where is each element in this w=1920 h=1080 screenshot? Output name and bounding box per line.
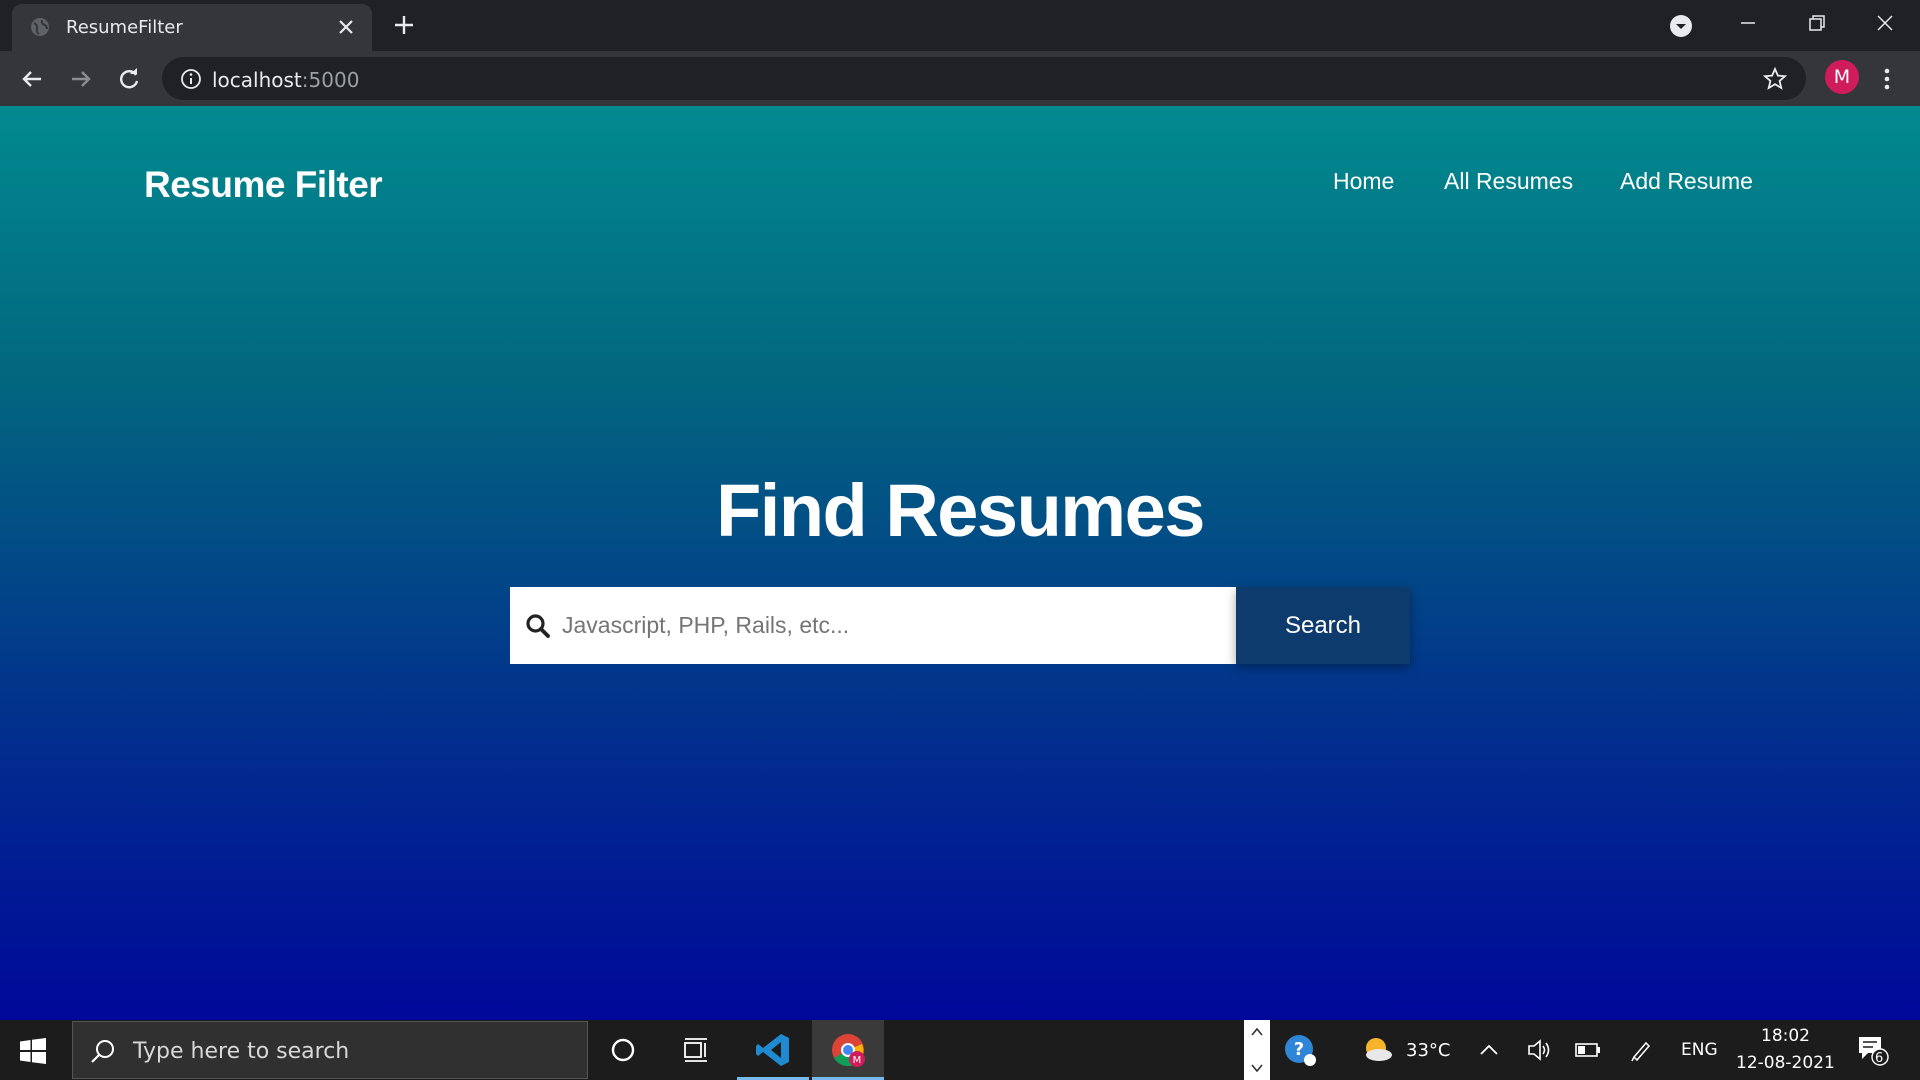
- cortana-icon[interactable]: [608, 1035, 638, 1065]
- search-button[interactable]: Search: [1236, 587, 1410, 664]
- hero-title: Find Resumes: [716, 469, 1205, 552]
- tray-scroll[interactable]: [1244, 1020, 1270, 1080]
- close-window-icon[interactable]: [1870, 10, 1900, 36]
- address-bar[interactable]: localhost:5000: [162, 57, 1806, 100]
- weather-temperature[interactable]: 33°C: [1406, 1040, 1450, 1061]
- clock-time[interactable]: 18:02: [1761, 1026, 1810, 1046]
- taskbar-search[interactable]: Type here to search: [72, 1021, 588, 1079]
- clock-date[interactable]: 12-08-2021: [1736, 1053, 1835, 1073]
- help-icon[interactable]: ?: [1283, 1033, 1317, 1067]
- notification-icon[interactable]: [1856, 1033, 1890, 1067]
- forward-icon[interactable]: [66, 64, 96, 94]
- search-box: [510, 587, 1236, 664]
- search-icon: [526, 614, 550, 638]
- vscode-icon: [756, 1034, 789, 1066]
- chevron-down-icon[interactable]: [1250, 1062, 1264, 1074]
- restore-icon[interactable]: [1801, 10, 1831, 36]
- globe-icon: [31, 18, 49, 36]
- language-indicator[interactable]: ENG: [1681, 1040, 1718, 1060]
- pen-icon[interactable]: [1628, 1037, 1654, 1063]
- browser-tab[interactable]: ResumeFilter: [12, 4, 372, 51]
- browser-toolbar: localhost:5000 M: [0, 51, 1920, 106]
- battery-icon[interactable]: [1574, 1037, 1602, 1063]
- search-icon: [91, 1040, 114, 1063]
- browser-tab-strip: ResumeFilter: [0, 0, 1920, 51]
- notification-count: 6: [1875, 1051, 1884, 1066]
- task-view-icon[interactable]: [681, 1035, 711, 1065]
- tab-title: ResumeFilter: [66, 17, 183, 38]
- weather-icon[interactable]: [1361, 1033, 1395, 1067]
- new-tab-icon[interactable]: [392, 13, 416, 37]
- taskbar-chrome[interactable]: M: [812, 1020, 884, 1080]
- minimize-icon[interactable]: [1733, 10, 1763, 36]
- windows-start-icon[interactable]: [20, 1038, 46, 1064]
- page-hero: Resume Filter Home All Resumes Add Resum…: [0, 106, 1920, 1020]
- taskbar-vscode[interactable]: [737, 1020, 809, 1080]
- nav-add-resume[interactable]: Add Resume: [1620, 168, 1753, 195]
- close-tab-icon[interactable]: [335, 16, 357, 38]
- chevron-up-icon[interactable]: [1478, 1039, 1500, 1061]
- site-brand[interactable]: Resume Filter: [144, 164, 383, 206]
- chrome-icon: M: [832, 1034, 865, 1067]
- tab-search-icon[interactable]: [1668, 13, 1694, 39]
- taskbar-search-placeholder: Type here to search: [133, 1039, 350, 1064]
- svg-text:?: ?: [1294, 1039, 1304, 1060]
- url-text: localhost:5000: [212, 68, 359, 92]
- profile-avatar[interactable]: M: [1825, 60, 1859, 94]
- svg-text:M: M: [853, 1055, 862, 1066]
- url-port: :5000: [301, 68, 360, 92]
- nav-all-resumes[interactable]: All Resumes: [1444, 168, 1573, 195]
- nav-home[interactable]: Home: [1333, 168, 1394, 195]
- volume-icon[interactable]: [1526, 1037, 1552, 1063]
- resume-search-input[interactable]: [562, 587, 1222, 664]
- reload-icon[interactable]: [114, 64, 144, 94]
- url-host: localhost: [212, 68, 302, 92]
- back-icon[interactable]: [17, 64, 47, 94]
- chevron-up-icon[interactable]: [1250, 1026, 1264, 1038]
- more-menu-icon[interactable]: [1874, 64, 1900, 94]
- info-icon[interactable]: [180, 68, 202, 90]
- taskbar: Type here to search M ? 33°C ENG 18:02 1…: [0, 1020, 1920, 1080]
- bookmark-star-icon[interactable]: [1762, 66, 1788, 92]
